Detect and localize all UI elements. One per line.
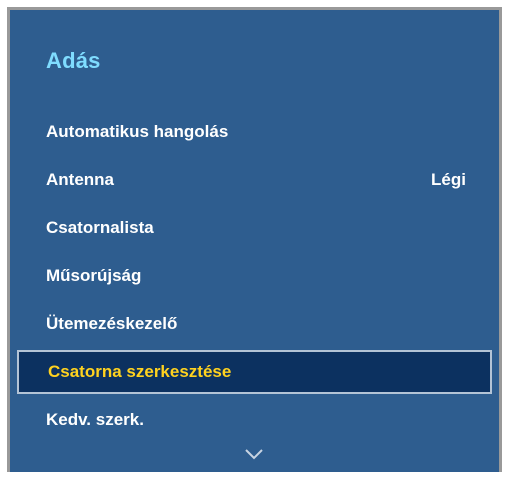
menu-item-edit-channel[interactable]: Csatorna szerkesztése: [17, 350, 492, 394]
antenna-value: Légi: [431, 170, 466, 189]
menu-item-label: Ütemezéskezelő: [46, 314, 178, 333]
menu-item-antenna[interactable]: Antenna Légi: [10, 160, 499, 200]
menu-item-label: Kedv. szerk.: [46, 410, 144, 429]
menu-item-schedule-manager[interactable]: Ütemezéskezelő: [10, 304, 499, 344]
menu-item-label: Műsorújság: [46, 266, 142, 285]
menu-item-label-selected: Csatorna szerkesztése: [48, 362, 232, 381]
menu-item-label: Antenna: [46, 170, 114, 189]
menu-item-auto-tuning[interactable]: Automatikus hangolás: [10, 112, 499, 152]
menu-item-edit-favorites[interactable]: Kedv. szerk.: [10, 400, 499, 440]
menu-list: Automatikus hangolás Antenna Légi Csator…: [10, 10, 499, 472]
menu-item-label: Csatornalista: [46, 218, 154, 237]
chevron-down-icon[interactable]: [243, 447, 265, 461]
menu-frame: Adás Automatikus hangolás Antenna Légi C…: [7, 7, 502, 472]
broadcast-menu-panel: Adás Automatikus hangolás Antenna Légi C…: [10, 10, 499, 472]
menu-item-guide[interactable]: Műsorújság: [10, 256, 499, 296]
menu-item-channel-list[interactable]: Csatornalista: [10, 208, 499, 248]
menu-item-label: Automatikus hangolás: [46, 122, 229, 141]
